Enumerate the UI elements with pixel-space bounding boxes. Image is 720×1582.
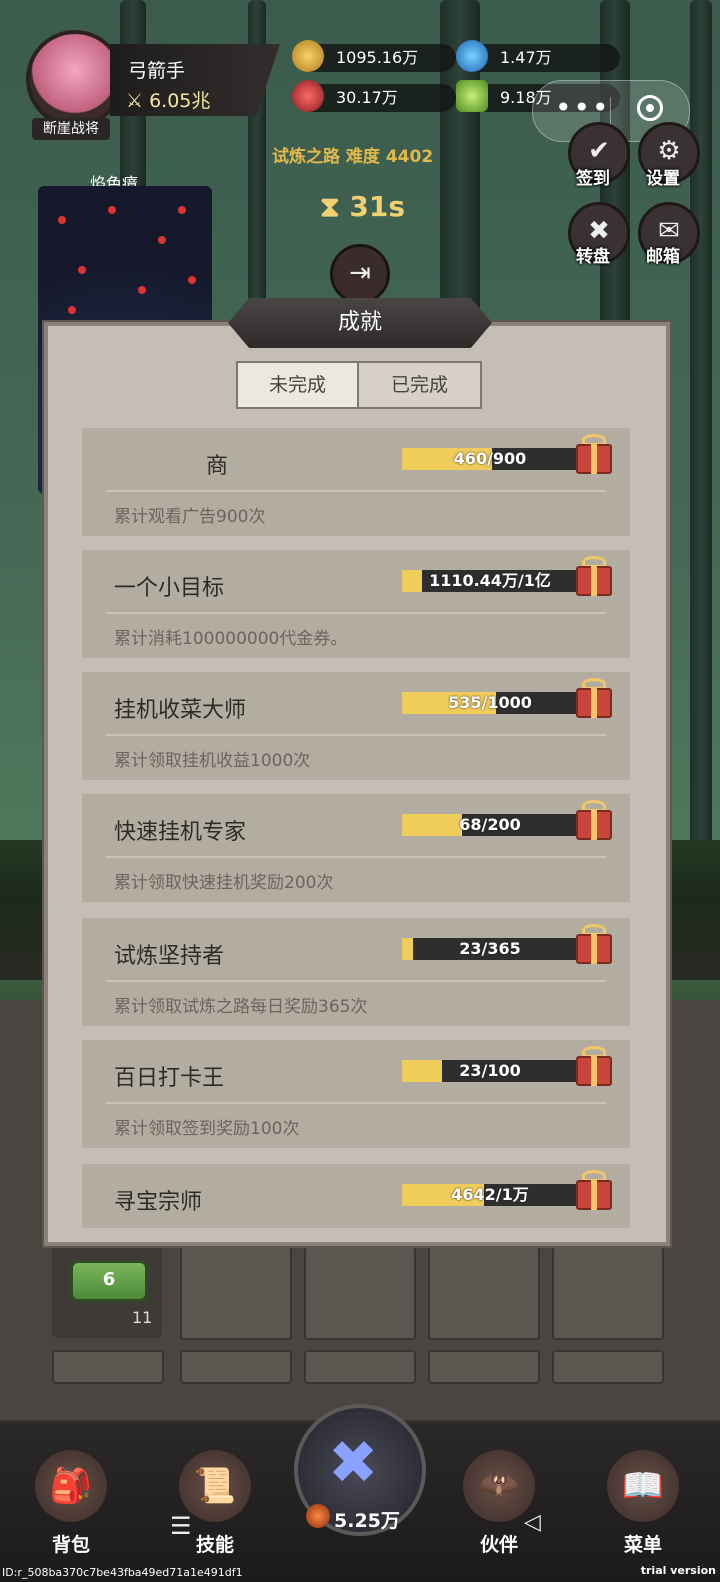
slot-count: 11 <box>132 1308 153 1327</box>
progress-bar: 460/900 <box>402 448 578 470</box>
exit-button[interactable]: ⇥ <box>330 244 390 304</box>
gift-reward-icon[interactable] <box>576 1046 612 1086</box>
wheel-label: 转盘 <box>576 247 610 267</box>
hero-avatar[interactable] <box>26 30 124 128</box>
achievement-row: 挂机收菜大师 535/1000 累计领取挂机收益1000次 <box>82 672 630 780</box>
trial-version-label: trial version <box>640 1564 716 1577</box>
achievement-desc: 累计领取签到奖励100次 <box>114 1119 300 1139</box>
backpack-icon: 🎒 <box>35 1450 107 1522</box>
nav-menu[interactable]: 📖 菜单 <box>588 1438 698 1568</box>
progress-bar: 23/100 <box>402 1060 578 1082</box>
tab-incomplete[interactable]: 未完成 <box>238 363 359 407</box>
achievement-desc: 累计领取试炼之路每日奖励365次 <box>114 997 368 1017</box>
trial-title: 试炼之路 难度 4402 <box>272 147 434 167</box>
achievement-desc: 累计消耗100000000代金券。 <box>114 629 348 649</box>
progress-bar: 1110.44万/1亿 <box>402 570 578 592</box>
mail-label: 邮箱 <box>646 247 680 267</box>
green-ticket-icon <box>456 80 488 112</box>
achievement-title: 寻宝宗师 <box>114 1190 203 1215</box>
achievement-row: 百日打卡王 23/100 累计领取签到奖励100次 <box>82 1040 630 1148</box>
progress-bar: 68/200 <box>402 814 578 836</box>
more-icon[interactable]: ••• <box>555 91 611 124</box>
gold-star-coin-icon <box>292 40 324 72</box>
sword-icon: ⚔ <box>126 90 144 112</box>
dialog-title: 成就 <box>228 298 492 348</box>
achievement-title: 百日打卡王 <box>114 1066 225 1091</box>
crossed-swords-icon: ✖ <box>328 1428 379 1498</box>
fire-orb-icon <box>306 1504 330 1528</box>
resource-ruby[interactable]: 30.17万 <box>292 80 456 112</box>
battle-value: 5.25万 <box>334 1510 400 1532</box>
resource-gem[interactable]: 1.47万 <box>456 40 620 72</box>
hero-name: 弓箭手 <box>128 60 186 82</box>
hourglass-icon: ⧗ <box>320 190 340 223</box>
system-menu-icon[interactable]: ☰ <box>170 1512 192 1540</box>
gift-reward-icon[interactable] <box>576 434 612 474</box>
blue-gem-icon <box>456 40 488 72</box>
achievement-title: 试炼坚持者 <box>114 944 225 969</box>
achievement-title: 一个小目标 <box>114 576 225 601</box>
achievement-list[interactable]: 商 460/900 累计观看广告900次 一个小目标 1110.44万/1亿 累… <box>82 428 632 1228</box>
achievement-title: 商 <box>206 454 229 479</box>
achievement-row: 寻宝宗师 4642/1万 <box>82 1164 630 1228</box>
gift-reward-icon[interactable] <box>576 678 612 718</box>
gift-reward-icon[interactable] <box>576 1170 612 1210</box>
red-ruby-icon <box>292 80 324 112</box>
progress-bar: 23/365 <box>402 938 578 960</box>
achievement-title: 挂机收菜大师 <box>114 698 247 723</box>
nav-partners[interactable]: 🦇 伙伴 <box>444 1438 554 1568</box>
slot-level-badge: 6 <box>70 1260 148 1302</box>
nav-backpack[interactable]: 🎒 背包 <box>16 1438 126 1568</box>
progress-bar: 535/1000 <box>402 692 578 714</box>
achievement-row: 一个小目标 1110.44万/1亿 累计消耗100000000代金券。 <box>82 550 630 658</box>
checkin-label: 签到 <box>576 169 610 189</box>
achievement-desc: 累计领取挂机收益1000次 <box>114 751 311 771</box>
exit-icon: ⇥ <box>349 258 371 288</box>
gift-reward-icon[interactable] <box>576 800 612 840</box>
nav-skills[interactable]: 📜 技能 <box>160 1438 270 1568</box>
book-icon: 📖 <box>607 1450 679 1522</box>
power-value: ⚔ 6.05兆 <box>126 90 211 112</box>
achievement-row: 快速挂机专家 68/200 累计领取快速挂机奖励200次 <box>82 794 630 902</box>
achievement-desc: 累计观看广告900次 <box>114 507 266 527</box>
achievement-tabs: 未完成 已完成 <box>236 361 482 409</box>
system-back-icon[interactable]: ◁ <box>524 1510 541 1535</box>
achievement-row: 试炼坚持者 23/365 累计领取试炼之路每日奖励365次 <box>82 918 630 1026</box>
gift-reward-icon[interactable] <box>576 924 612 964</box>
rank-tag: 断崖战将 <box>32 118 110 140</box>
progress-bar: 4642/1万 <box>402 1184 578 1206</box>
achievement-desc: 累计领取快速挂机奖励200次 <box>114 873 334 893</box>
close-target-icon[interactable] <box>637 95 663 121</box>
gift-reward-icon[interactable] <box>576 556 612 596</box>
settings-label: 设置 <box>646 169 680 189</box>
resource-gold[interactable]: 1095.16万 <box>292 40 456 72</box>
gear-icon: ⚙ <box>657 136 681 166</box>
achievement-title: 快速挂机专家 <box>114 820 247 845</box>
tab-completed[interactable]: 已完成 <box>359 363 480 407</box>
checkin-icon: ✔ <box>588 136 610 166</box>
countdown-timer: ⧗ 31s <box>320 190 406 223</box>
debug-id: ID:r_508ba370c7be43fba49ed71a1e491df1 <box>2 1566 243 1579</box>
achievement-row: 商 460/900 累计观看广告900次 <box>82 428 630 536</box>
